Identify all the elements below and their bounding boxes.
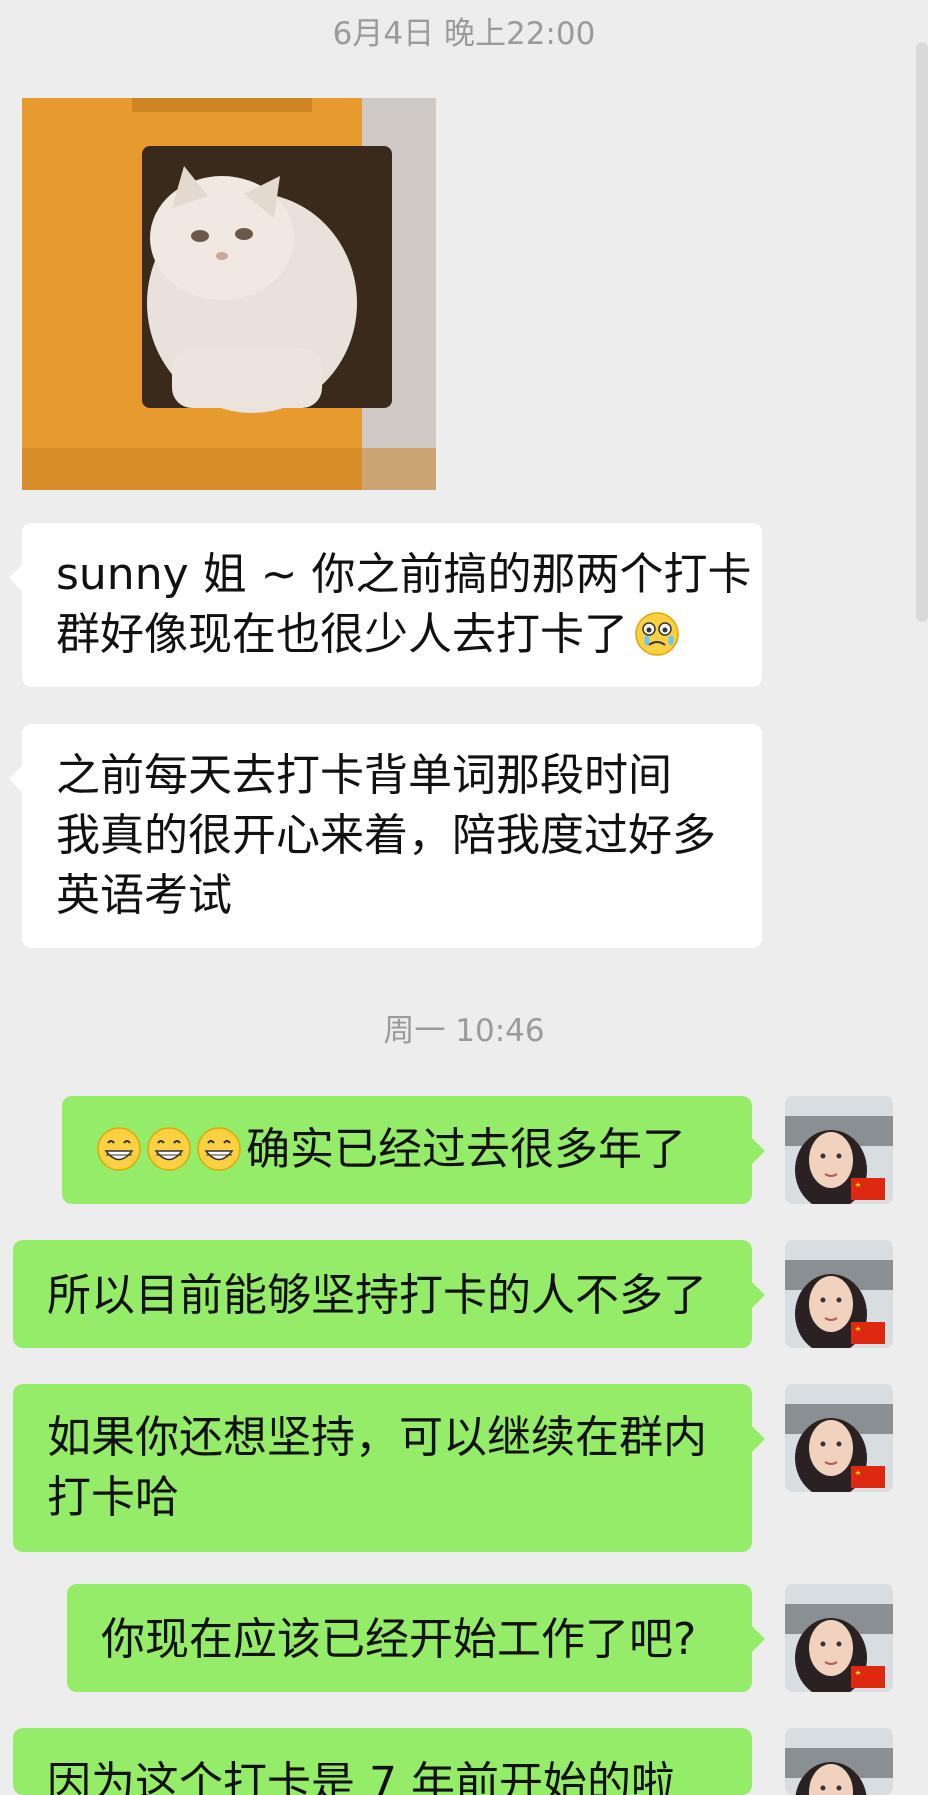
timestamp: 周一 10:46 [383,1013,545,1049]
received-message-bubble[interactable]: 之前每天去打卡背单词那段时间 我真的很开心来着，陪我度过好多 英语考试 [9,724,762,948]
sent-message-bubble[interactable]: 确实已经过去很多年了 [62,1096,765,1204]
message-line: 我真的很开心来着，陪我度过好多 [56,810,716,861]
user-avatar-icon [785,1096,893,1204]
user-avatar-icon [785,1384,893,1492]
message-text: 确实已经过去很多年了 [246,1124,686,1175]
user-avatar-icon [785,1584,893,1692]
avatar[interactable] [785,1584,893,1692]
message-line: 因为这个打卡是 7 年前开始的啦 [47,1758,675,1795]
sent-message-bubble[interactable]: 因为这个打卡是 7 年前开始的啦 [13,1728,752,1795]
message-line: 之前每天去打卡背单词那段时间 [56,750,672,801]
user-avatar-icon [785,1728,893,1795]
message-line: 打卡哈 [47,1472,179,1523]
sent-message-bubble[interactable]: 如果你还想坚持，可以继续在群内 打卡哈 [13,1384,765,1552]
message-line: 群好像现在也很少人去打卡了 [56,605,728,665]
message-line: 所以目前能够坚持打卡的人不多了 [47,1270,707,1321]
message-line: 你现在应该已经开始工作了吧? [101,1614,697,1665]
cat-in-box-icon [22,98,436,490]
grinning-face-emoji [147,1127,191,1171]
scrollbar[interactable] [916,42,928,622]
avatar[interactable] [785,1240,893,1348]
cat-in-box-sticker[interactable] [22,98,436,490]
received-message-bubble[interactable]: sunny 姐 ~ 你之前搞的那两个打卡 群好像现在也很少人去打卡了 [9,523,762,687]
crying-face-emoji [635,612,679,656]
timestamp: 6月4日 晚上22:00 [332,16,596,52]
avatar[interactable] [785,1728,893,1795]
sent-message-bubble[interactable]: 所以目前能够坚持打卡的人不多了 [13,1240,765,1348]
grinning-face-emoji [97,1127,141,1171]
avatar[interactable] [785,1096,893,1204]
sent-message-bubble[interactable]: 你现在应该已经开始工作了吧? [67,1584,765,1692]
grinning-face-emoji [197,1127,241,1171]
user-avatar-icon [785,1240,893,1348]
message-text: 群好像现在也很少人去打卡了 [56,609,628,660]
avatar[interactable] [785,1384,893,1492]
message-line: 确实已经过去很多年了 [96,1120,718,1180]
message-line: sunny 姐 ~ 你之前搞的那两个打卡 [56,549,752,600]
message-line: 英语考试 [56,870,232,921]
message-line: 如果你还想坚持，可以继续在群内 [47,1412,707,1463]
